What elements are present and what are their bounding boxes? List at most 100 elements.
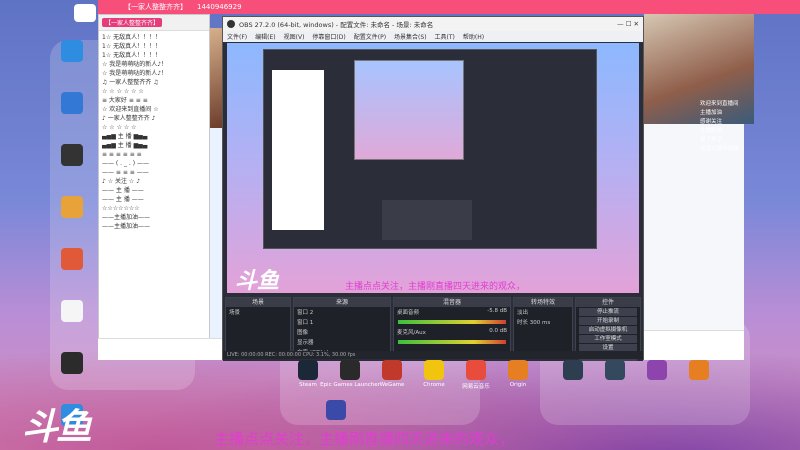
obs-menu-item[interactable]: 编辑(E) [255, 32, 275, 41]
chat-message: ▄▅▆ 主 播 ▆▅▄ [102, 142, 148, 149]
dock-app[interactable] [555, 360, 591, 382]
dock-app-label: WeGame [379, 382, 405, 388]
dock-app[interactable] [639, 360, 675, 382]
app-icon [61, 248, 83, 270]
dock-app-label: Origin [509, 382, 527, 388]
dock-app[interactable]: Chrome [416, 360, 452, 390]
dock-app[interactable] [681, 360, 717, 382]
controls-dock: 控件 停止推流开始录制启动虚拟摄像机工作室模式设置退出 [575, 297, 641, 361]
transition-duration-row[interactable]: 时长 300 ms [514, 317, 572, 327]
obs-menu-item[interactable]: 文件(F) [227, 32, 247, 41]
obs-title: OBS 27.2.0 (64-bit, windows) - 配置文件: 未命名… [239, 21, 434, 29]
app-icon [466, 360, 486, 380]
dock-app[interactable]: Epic Games Launcher [320, 360, 380, 390]
dock-app[interactable]: Origin [500, 360, 536, 390]
mixer-track-name: 麦克风/Aux [397, 330, 426, 336]
desktop-dock: Steam Epic Games Launcher WeGame Chrome 网易云音… [290, 360, 536, 390]
dock-app[interactable] [597, 360, 633, 382]
chat-message: —— ≡ ≡ ≡ —— [102, 169, 149, 176]
source-item[interactable]: 窗口 1 [294, 317, 390, 327]
dock-app-label: Steam [299, 382, 317, 388]
source-item[interactable]: 显示器 [294, 337, 390, 347]
transitions-header: 转场特效 [514, 298, 572, 307]
chat-message: ——主播加油—— [102, 214, 151, 221]
chat-message: 1☆ 无敌真人！！！！ [102, 34, 162, 41]
right-input-bar[interactable] [644, 330, 744, 360]
chat-message: —— ( . _ . ) —— [102, 160, 149, 167]
obs-preview[interactable]: 斗鱼 主播点点关注，主播刚直播四天进来的观众， [227, 43, 639, 293]
desktop-icon[interactable] [50, 92, 94, 140]
chat-message: ☆☆☆☆☆☆☆ [102, 205, 140, 212]
desktop-icon[interactable] [50, 352, 94, 400]
chat-message: —— 主 播 —— [102, 187, 144, 194]
controls-header: 控件 [576, 298, 640, 307]
nested-obs-preview [263, 49, 597, 249]
desktop-icon[interactable] [50, 300, 94, 348]
nested-chat-window [272, 70, 324, 230]
app-icon [61, 92, 83, 114]
transition-duration: 300 ms [529, 320, 551, 326]
chat-input-bar[interactable] [98, 338, 222, 360]
chat-message: ≡ 大家好 ≡ ≡ ≡ [102, 97, 148, 104]
obs-menu-item[interactable]: 配置文件(P) [354, 32, 386, 41]
obs-menu-item[interactable]: 停靠窗口(D) [312, 32, 345, 41]
desktop-icon[interactable] [50, 144, 94, 192]
scenes-header: 场景 [226, 298, 290, 307]
app-icon [61, 40, 83, 62]
mixer-dock: 混音器 桌面音频 -5.8 dB 麦克风/Aux 0.0 dB [393, 297, 511, 359]
dock-app[interactable]: 网易云音乐 [458, 360, 494, 390]
dock-app-label: Chrome [423, 382, 445, 388]
room-id: 1440946929 [197, 3, 242, 11]
chat-title: 【一家人整整齐齐】 [102, 18, 163, 27]
mixer-header: 混音器 [394, 298, 510, 307]
transitions-dock: 转场特效 淡出 时长 300 ms [513, 297, 573, 359]
mixer-track-db: -5.8 dB [487, 308, 507, 314]
sources-dock: 来源 窗口 2窗口 1图像显示器文字 (GDI+) [293, 297, 391, 359]
obs-menu-item[interactable]: 工具(T) [435, 32, 455, 41]
chat-message: ☆ 欢迎来到直播间 ☆ [102, 106, 159, 113]
mixer-track: 麦克风/Aux 0.0 dB [394, 327, 510, 337]
app-icon [605, 360, 625, 380]
chat-message: 1☆ 无敌真人！！！！ [102, 52, 162, 59]
danmu-chat-window[interactable]: 【一家人整整齐齐】 1☆ 无敌真人！！！！ 1☆ 无敌真人！！！！ 1☆ 无敌真人！… [98, 14, 210, 360]
control-button[interactable]: 工作室模式 [579, 335, 637, 343]
desktop-icon[interactable] [50, 248, 94, 296]
obs-menu-item[interactable]: 帮助(H) [463, 32, 484, 41]
chat-message: ≡ ≡ ≡ ≡ ≡ ≡ [102, 151, 142, 158]
control-button[interactable]: 启动虚拟摄像机 [579, 326, 637, 334]
nested-inner-preview [354, 60, 464, 160]
obs-window[interactable]: OBS 27.2.0 (64-bit, windows) - 配置文件: 未命名… [222, 16, 644, 361]
client-avatar[interactable] [74, 4, 96, 22]
desktop-dock-right [555, 360, 717, 382]
chat-message: ♪ ☆ 关注 ☆ ♪ [102, 178, 141, 185]
right-chat-list: 欢迎来到直播间 主播加油 感谢关注 主播好帅 来了来了 关注主播不迷路 [700, 100, 780, 154]
obs-menu-item[interactable]: 场景集合(S) [394, 32, 427, 41]
scroll-danmu-text: 主播点点关注，主播刚直播四天进来的观众， [214, 430, 515, 448]
right-chat-message: 关注主播不迷路 [700, 146, 739, 152]
app-icon [689, 360, 709, 380]
right-chat-message: 欢迎来到直播间 [700, 101, 739, 107]
app-icon [298, 360, 318, 380]
app-icon [563, 360, 583, 380]
desktop-icons [50, 40, 94, 450]
mixer-track-name: 桌面音频 [397, 310, 420, 316]
transition-type[interactable]: 淡出 [514, 307, 572, 317]
live-title: 【一家人整整齐齐】 [124, 3, 187, 11]
douyu-watermark: 斗鱼 [22, 407, 92, 448]
window-controls[interactable]: — ☐ ✕ [617, 20, 639, 28]
control-button[interactable]: 停止推流 [579, 308, 637, 316]
obs-menu-item[interactable]: 视图(V) [284, 32, 305, 41]
app-icon [424, 360, 444, 380]
nested-mixer [382, 200, 472, 240]
dock-app[interactable]: WeGame [374, 360, 410, 390]
mixer-track-db: 0.0 dB [489, 328, 507, 334]
source-item[interactable]: 图像 [294, 327, 390, 337]
sources-header: 来源 [294, 298, 390, 307]
desktop-icon[interactable] [50, 40, 94, 88]
right-chat-message: 来了来了 [700, 137, 723, 143]
control-button[interactable]: 开始录制 [579, 317, 637, 325]
desktop-extra-icon[interactable] [326, 400, 346, 420]
source-item[interactable]: 窗口 2 [294, 307, 390, 317]
scene-item[interactable]: 场景 [226, 307, 290, 317]
desktop-icon[interactable] [50, 196, 94, 244]
